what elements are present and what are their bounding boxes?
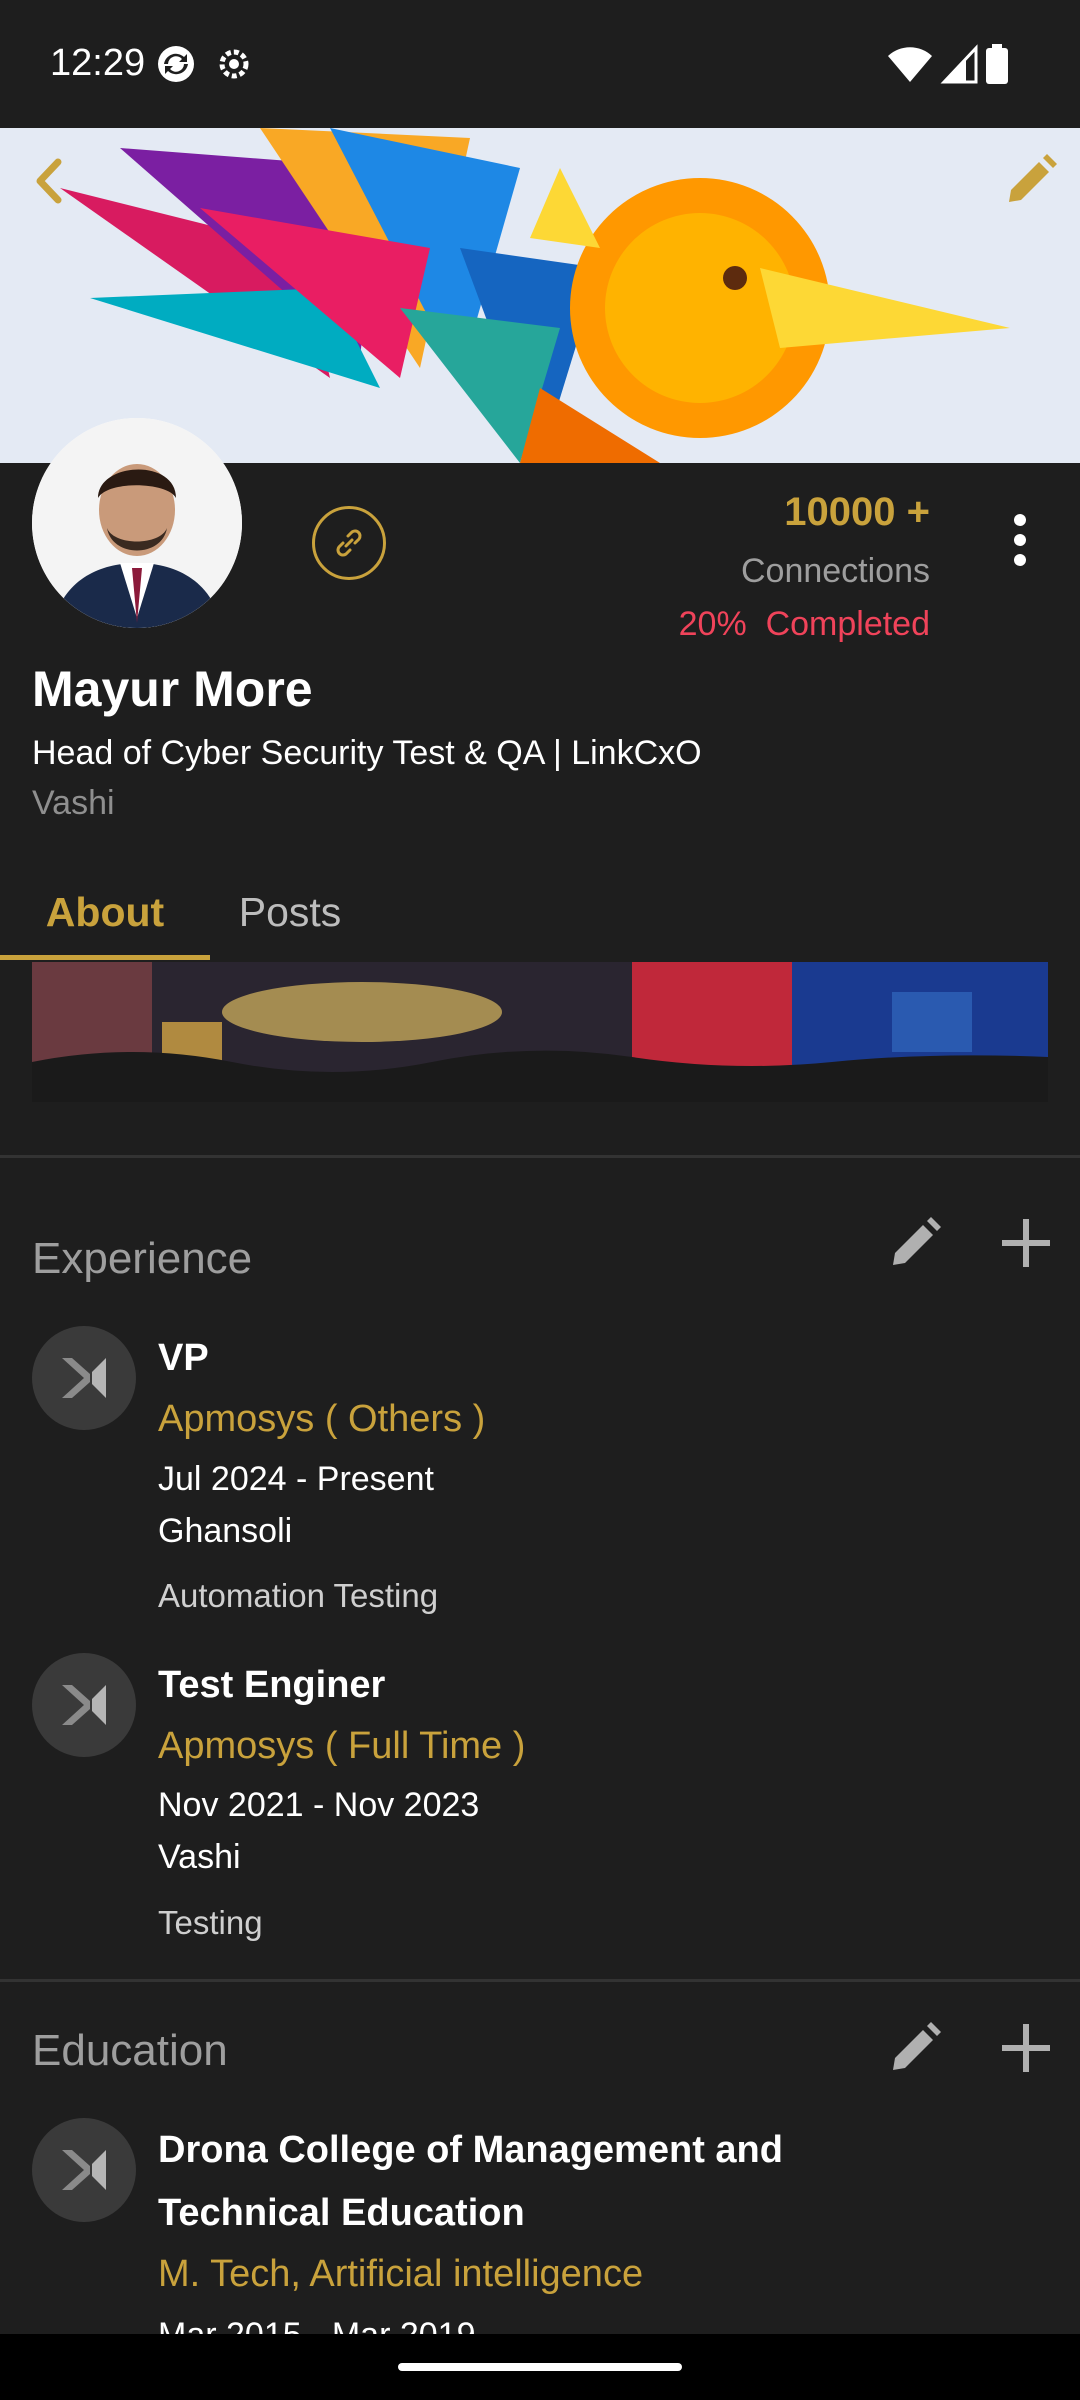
company-x-icon [62,1685,106,1725]
experience-item-title: Test Enginer [158,1664,386,1706]
section-divider [0,1155,1080,1158]
add-education-button[interactable] [996,2018,1056,2078]
company-logo [32,1653,136,1757]
tab-selected-indicator [0,955,210,960]
education-school-name-line1: Drona College of Management and [158,2129,783,2171]
experience-item-location: Ghansoli [158,1512,293,1550]
profile-completion: 20% Completed [678,605,930,643]
experience-item-dates: Jul 2024 - Present [158,1460,434,1498]
experience-item-description: Automation Testing [158,1577,439,1614]
experience-item-description: Testing [158,1904,263,1941]
edit-cover-button[interactable] [995,146,1065,216]
experience-title: Experience [32,1234,253,1283]
back-button[interactable] [14,146,84,216]
add-experience-button[interactable] [996,1213,1056,1273]
connections-count[interactable]: 10000 + [784,490,930,535]
profile-banner-image[interactable] [0,128,1080,463]
section-divider [0,1979,1080,1982]
edit-experience-button[interactable] [885,1213,945,1273]
edit-education-button[interactable] [885,2018,945,2078]
about-media-image[interactable] [32,962,1048,1102]
status-bar: 12:29 [0,0,1080,128]
home-gesture-handle[interactable] [398,2363,682,2371]
tab-about[interactable]: About [0,860,210,964]
experience-item-company: Apmosys ( Full Time ) [158,1725,526,1767]
wifi-icon [888,47,932,82]
tab-posts[interactable]: Posts [210,860,370,964]
more-options-button[interactable] [1000,510,1040,570]
link-icon [336,529,362,557]
company-logo [32,1326,136,1430]
battery-icon [986,44,1008,84]
profile-headline: Head of Cyber Security Test & QA | LinkC… [32,734,702,772]
profile-name: Mayur More [32,661,313,717]
settings-icon [219,49,249,79]
experience-item-title: VP [158,1337,209,1379]
profile-location: Vashi [32,784,115,822]
signal-icon [940,44,978,84]
education-school-name-line2: Technical Education [158,2192,525,2234]
profile-tabs: About Posts [0,860,1080,964]
avatar[interactable] [32,418,242,628]
company-x-icon [62,1358,106,1398]
experience-item-dates: Nov 2021 - Nov 2023 [158,1786,480,1824]
experience-item-location: Vashi [158,1838,241,1876]
education-title: Education [32,2026,228,2075]
school-x-icon [62,2150,106,2190]
share-link-button[interactable] [312,506,386,580]
education-degree: M. Tech, Artificial intelligence [158,2253,644,2295]
school-logo [32,2118,136,2222]
sync-icon [158,46,194,82]
connections-label[interactable]: Connections [741,552,930,591]
experience-item-company: Apmosys ( Others ) [158,1398,486,1440]
status-time: 12:29 [50,42,146,84]
